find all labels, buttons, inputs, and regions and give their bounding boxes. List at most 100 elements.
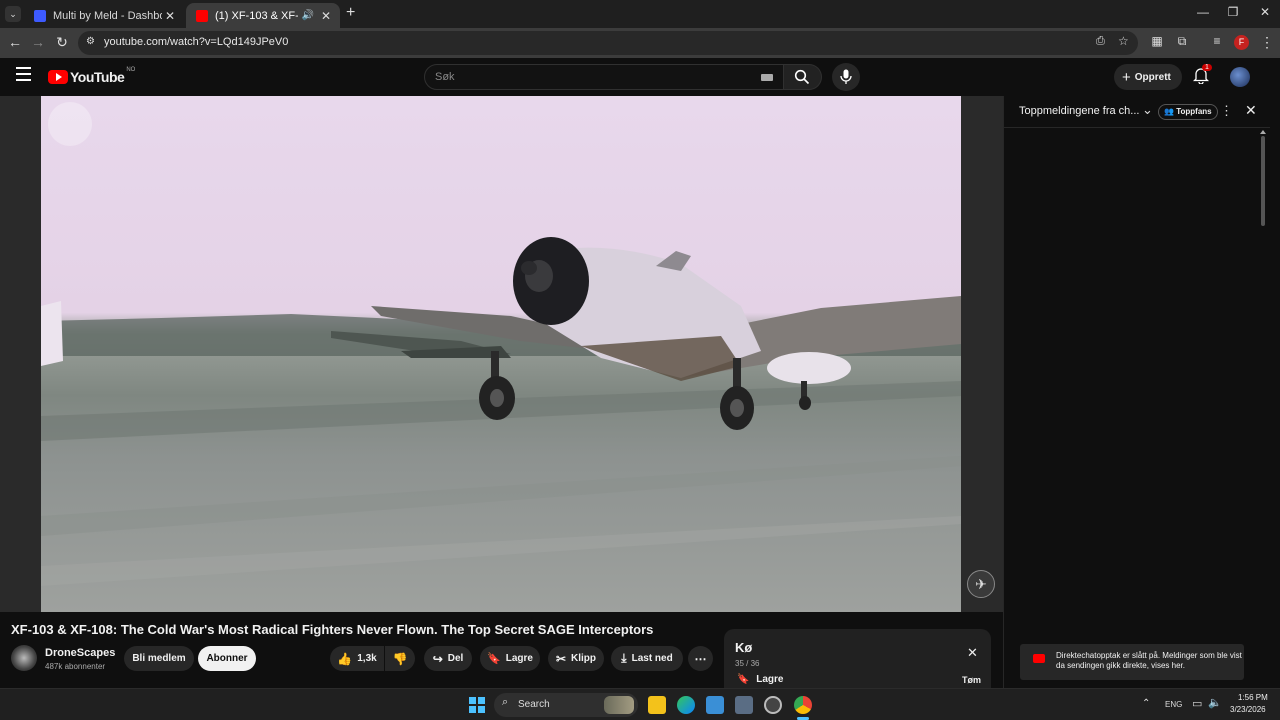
- search-input[interactable]: Søk: [424, 64, 784, 90]
- chat-header: Toppmeldingene fra ch... ⌄ 👥 Toppfans ⋮ …: [1004, 96, 1270, 128]
- download-button[interactable]: ⤓ Last ned: [611, 646, 683, 671]
- ai-assistant-icon[interactable]: [764, 696, 782, 714]
- queue-panel: Kø 35 / 36 ✕ 🔖 Lagre Tøm: [724, 629, 991, 691]
- channel-name[interactable]: DroneScapes: [45, 647, 115, 659]
- clock-date[interactable]: 3/23/2026: [1230, 705, 1266, 714]
- close-tab-icon[interactable]: ✕: [318, 9, 334, 23]
- network-icon[interactable]: ▭: [1192, 697, 1202, 710]
- queue-title: Kø: [735, 640, 753, 655]
- close-chat-icon[interactable]: ✕: [1245, 102, 1257, 119]
- bookmark-star-icon[interactable]: ☆: [1118, 34, 1129, 48]
- youtube-play-logo-icon: [48, 70, 68, 84]
- profile-initial: F: [1238, 37, 1245, 47]
- clip-button[interactable]: ✂ Klipp: [548, 646, 604, 671]
- video-player[interactable]: [41, 96, 961, 612]
- input-language[interactable]: ENG: [1165, 700, 1182, 709]
- top-fans-label: Toppfans: [1176, 107, 1212, 116]
- scissors-icon: ✂: [555, 651, 567, 666]
- queue-save-button[interactable]: 🔖 Lagre: [737, 674, 783, 685]
- bookmark-icon: 🔖: [487, 653, 501, 665]
- close-queue-icon[interactable]: ✕: [967, 645, 978, 661]
- back-arrow-icon[interactable]: ←: [5, 34, 25, 50]
- edge-browser-icon[interactable]: [677, 696, 695, 714]
- new-tab-button[interactable]: +: [346, 4, 355, 22]
- flight-sim-app-icon[interactable]: [735, 696, 753, 714]
- people-icon: 👥: [1164, 107, 1174, 116]
- puzzle-icon[interactable]: ⧉: [1172, 34, 1192, 49]
- search-icon: [794, 69, 810, 85]
- monitor-app-icon[interactable]: [706, 696, 724, 714]
- kebab-menu-icon[interactable]: ⋮: [1257, 34, 1277, 51]
- search-button[interactable]: [784, 64, 822, 90]
- chevron-down-icon[interactable]: ⌄: [1142, 102, 1153, 118]
- minimize-icon[interactable]: —: [1188, 5, 1218, 19]
- queue-save-label: Lagre: [756, 674, 784, 685]
- reading-list-icon[interactable]: ≡: [1207, 34, 1227, 48]
- install-app-icon[interactable]: ⎙: [1096, 35, 1105, 48]
- voice-search-button[interactable]: [832, 63, 860, 91]
- plus-icon: +: [1122, 68, 1131, 86]
- youtube-wordmark: YouTube: [70, 69, 125, 85]
- youtube-favicon-icon: [196, 9, 208, 22]
- tab-meld-dashboard[interactable]: Multi by Meld - Dashboard. ✕: [24, 3, 184, 28]
- profile-avatar[interactable]: F: [1234, 35, 1249, 50]
- keyboard-icon[interactable]: [761, 74, 773, 81]
- taskbar-search-label: Search: [518, 699, 550, 710]
- thumbs-up-icon: 👍: [337, 651, 353, 666]
- download-icon: ⤓: [621, 651, 627, 665]
- queue-clear-button[interactable]: Tøm: [962, 675, 981, 685]
- windows-taskbar: ⌕ Search ⌃ ENG ▭ 🔈 1:56 PM 3/23/2026: [0, 688, 1280, 720]
- download-label: Last ned: [631, 653, 673, 664]
- chat-panel: Toppmeldingene fra ch... ⌄ 👥 Toppfans ⋮ …: [1003, 96, 1270, 688]
- dislike-button[interactable]: 👎: [385, 646, 415, 671]
- windows-start-icon[interactable]: [469, 697, 485, 713]
- chat-scrollbar[interactable]: [1259, 130, 1266, 680]
- file-explorer-icon[interactable]: [648, 696, 666, 714]
- speaker-icon[interactable]: 🔊: [302, 10, 314, 21]
- subscribe-label: Abonner: [206, 653, 248, 664]
- share-button[interactable]: ↪ Del: [424, 646, 472, 671]
- chrome-browser-icon[interactable]: [794, 696, 812, 714]
- close-window-icon[interactable]: ✕: [1250, 5, 1280, 19]
- close-tab-icon[interactable]: ✕: [162, 9, 178, 23]
- chevron-down-icon: ⌄: [9, 9, 17, 19]
- taskbar-search-box[interactable]: ⌕ Search: [494, 693, 638, 717]
- show-hidden-icons-icon[interactable]: ⌃: [1142, 698, 1150, 709]
- subscriber-count: 487k abonnenter: [45, 662, 106, 671]
- extensions-menu-icon[interactable]: ▦: [1147, 34, 1167, 48]
- create-label: Opprett: [1134, 71, 1171, 83]
- queue-position: 35 / 36: [735, 659, 760, 668]
- search-placeholder: Søk: [435, 71, 455, 83]
- youtube-play-logo-icon: [1033, 654, 1045, 663]
- like-button[interactable]: 👍 1,3k: [330, 646, 384, 671]
- tab-youtube-video[interactable]: (1) XF-103 & XF-108: The C 🔊 ✕: [186, 3, 340, 28]
- chat-kebab-menu-icon[interactable]: ⋮: [1220, 103, 1233, 119]
- clock-time[interactable]: 1:56 PM: [1238, 693, 1268, 702]
- top-fans-badge[interactable]: 👥 Toppfans: [1158, 104, 1218, 120]
- site-info-icon[interactable]: ⚙: [86, 36, 95, 47]
- address-bar[interactable]: ⚙ youtube.com/watch?v=LQd149JPeV0 ⎙ ☆: [78, 31, 1138, 55]
- more-actions-button[interactable]: ⋯: [688, 646, 713, 671]
- browser-tab-strip: ⌄ Multi by Meld - Dashboard. ✕ (1) XF-10…: [0, 0, 1280, 28]
- channel-avatar[interactable]: [11, 645, 37, 671]
- chat-mode-label[interactable]: Toppmeldingene fra ch...: [1019, 105, 1139, 117]
- youtube-logo[interactable]: YouTube NO: [48, 67, 135, 85]
- chat-notice-text: Direktechatopptak er slått på. Meldinger…: [1056, 651, 1242, 670]
- tab-search-button[interactable]: ⌄: [5, 6, 21, 22]
- chat-replay-notice: Direktechatopptak er slått på. Meldinger…: [1020, 644, 1244, 680]
- clip-label: Klipp: [571, 653, 597, 664]
- forward-arrow-icon[interactable]: →: [28, 34, 48, 50]
- create-button[interactable]: + Opprett: [1114, 64, 1182, 90]
- microphone-icon: [840, 69, 852, 84]
- save-button[interactable]: 🔖 Lagre: [480, 646, 540, 671]
- notifications-button[interactable]: 1: [1192, 64, 1213, 87]
- restore-icon[interactable]: ❐: [1218, 5, 1248, 19]
- account-avatar[interactable]: [1230, 67, 1250, 87]
- reload-icon[interactable]: ↻: [52, 34, 72, 51]
- volume-icon[interactable]: 🔈: [1208, 696, 1222, 709]
- share-label: Del: [447, 653, 464, 664]
- subscribe-button[interactable]: Abonner: [198, 646, 256, 671]
- hamburger-menu-icon[interactable]: [16, 67, 31, 81]
- join-button[interactable]: Bli medlem: [124, 646, 194, 671]
- channel-branding-icon[interactable]: ✈: [967, 570, 995, 598]
